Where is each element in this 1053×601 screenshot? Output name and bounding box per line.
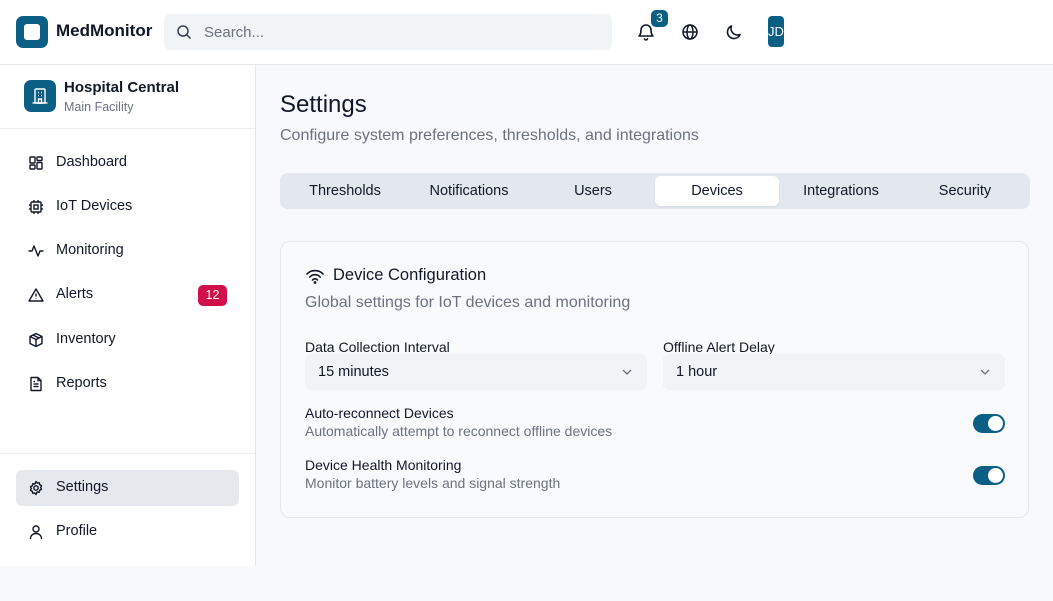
app-name: MedMonitor xyxy=(56,21,153,40)
device-configuration-card: Device Configuration Global settings for… xyxy=(280,241,1029,518)
org-name: Hospital Central xyxy=(64,79,180,96)
sidebar-divider xyxy=(0,453,255,454)
tab-security[interactable]: Security xyxy=(903,176,1027,206)
auto-reconnect-description: Automatically attempt to reconnect offli… xyxy=(305,423,613,439)
sidebar-item-settings[interactable]: Settings xyxy=(16,470,239,506)
wifi-icon xyxy=(306,269,324,284)
user-avatar[interactable]: JD xyxy=(768,16,784,47)
tab-integrations[interactable]: Integrations xyxy=(779,176,903,206)
tab-notifications[interactable]: Notifications xyxy=(407,176,531,206)
sidebar-item-label: Monitoring xyxy=(56,242,124,258)
sidebar-item-label: Dashboard xyxy=(56,154,127,170)
sidebar-item-label: Reports xyxy=(56,375,107,391)
data-collection-interval-select[interactable]: 15 minutes xyxy=(305,354,647,390)
org-subtitle: Main Facility xyxy=(64,100,134,114)
alerts-count-badge: 12 xyxy=(198,285,227,306)
file-text-icon xyxy=(30,376,42,392)
device-health-title: Device Health Monitoring xyxy=(305,457,462,473)
device-health-toggle[interactable] xyxy=(973,466,1005,485)
layout-grid-icon xyxy=(29,156,43,170)
auto-reconnect-toggle[interactable] xyxy=(973,414,1005,433)
sidebar-item-dashboard[interactable]: Dashboard xyxy=(16,145,239,181)
auto-reconnect-title: Auto-reconnect Devices xyxy=(305,405,454,421)
moon-icon[interactable] xyxy=(724,22,744,42)
building-icon xyxy=(24,80,56,112)
activity-icon xyxy=(28,245,44,257)
sidebar-item-label: Settings xyxy=(56,479,109,495)
search-icon xyxy=(177,25,192,40)
data-collection-interval-label: Data Collection Interval xyxy=(305,339,450,355)
tab-thresholds[interactable]: Thresholds xyxy=(283,176,407,206)
alert-triangle-icon xyxy=(28,288,44,302)
select-value: 1 hour xyxy=(676,364,718,380)
toggle-knob xyxy=(988,416,1003,431)
search-input[interactable] xyxy=(204,14,604,50)
gear-icon xyxy=(29,480,43,496)
top-bar: MedMonitor 3 JD xyxy=(0,0,1053,65)
sidebar-item-reports[interactable]: Reports xyxy=(16,366,239,402)
app-logo[interactable] xyxy=(16,16,48,48)
package-icon xyxy=(29,332,43,348)
tab-devices[interactable]: Devices xyxy=(655,176,779,206)
chevron-down-icon xyxy=(622,369,632,375)
chevron-down-icon xyxy=(980,369,990,375)
page-title: Settings xyxy=(280,91,367,118)
page-subtitle: Configure system preferences, thresholds… xyxy=(280,127,699,144)
select-value: 15 minutes xyxy=(318,364,389,380)
search-box xyxy=(164,14,612,50)
device-health-description: Monitor battery levels and signal streng… xyxy=(305,475,561,491)
sidebar-item-inventory[interactable]: Inventory xyxy=(16,322,239,358)
sidebar-item-label: Inventory xyxy=(56,331,116,347)
org-switcher[interactable]: Hospital Central Main Facility xyxy=(0,65,255,129)
sidebar-item-label: IoT Devices xyxy=(56,198,133,214)
sidebar-item-label: Alerts xyxy=(56,286,94,302)
cpu-icon xyxy=(29,200,43,214)
sidebar-item-monitoring[interactable]: Monitoring xyxy=(16,233,239,269)
card-title: Device Configuration xyxy=(333,266,487,284)
sidebar-item-alerts[interactable]: Alerts 12 xyxy=(16,277,239,313)
sidebar: Hospital Central Main Facility Dashboard… xyxy=(0,65,256,566)
notification-badge: 3 xyxy=(651,10,668,27)
sidebar-item-iot-devices[interactable]: IoT Devices xyxy=(16,189,239,225)
offline-alert-delay-label: Offline Alert Delay xyxy=(663,339,775,355)
settings-tabs: Thresholds Notifications Users Devices I… xyxy=(280,173,1030,209)
tab-users[interactable]: Users xyxy=(531,176,655,206)
card-subtitle: Global settings for IoT devices and moni… xyxy=(305,294,631,311)
sidebar-item-profile[interactable]: Profile xyxy=(16,514,239,550)
logo-mark xyxy=(24,24,40,40)
toggle-knob xyxy=(988,468,1003,483)
sidebar-item-label: Profile xyxy=(56,523,98,539)
offline-alert-delay-select[interactable]: 1 hour xyxy=(663,354,1005,390)
user-icon xyxy=(29,525,43,540)
globe-icon[interactable] xyxy=(680,22,700,42)
